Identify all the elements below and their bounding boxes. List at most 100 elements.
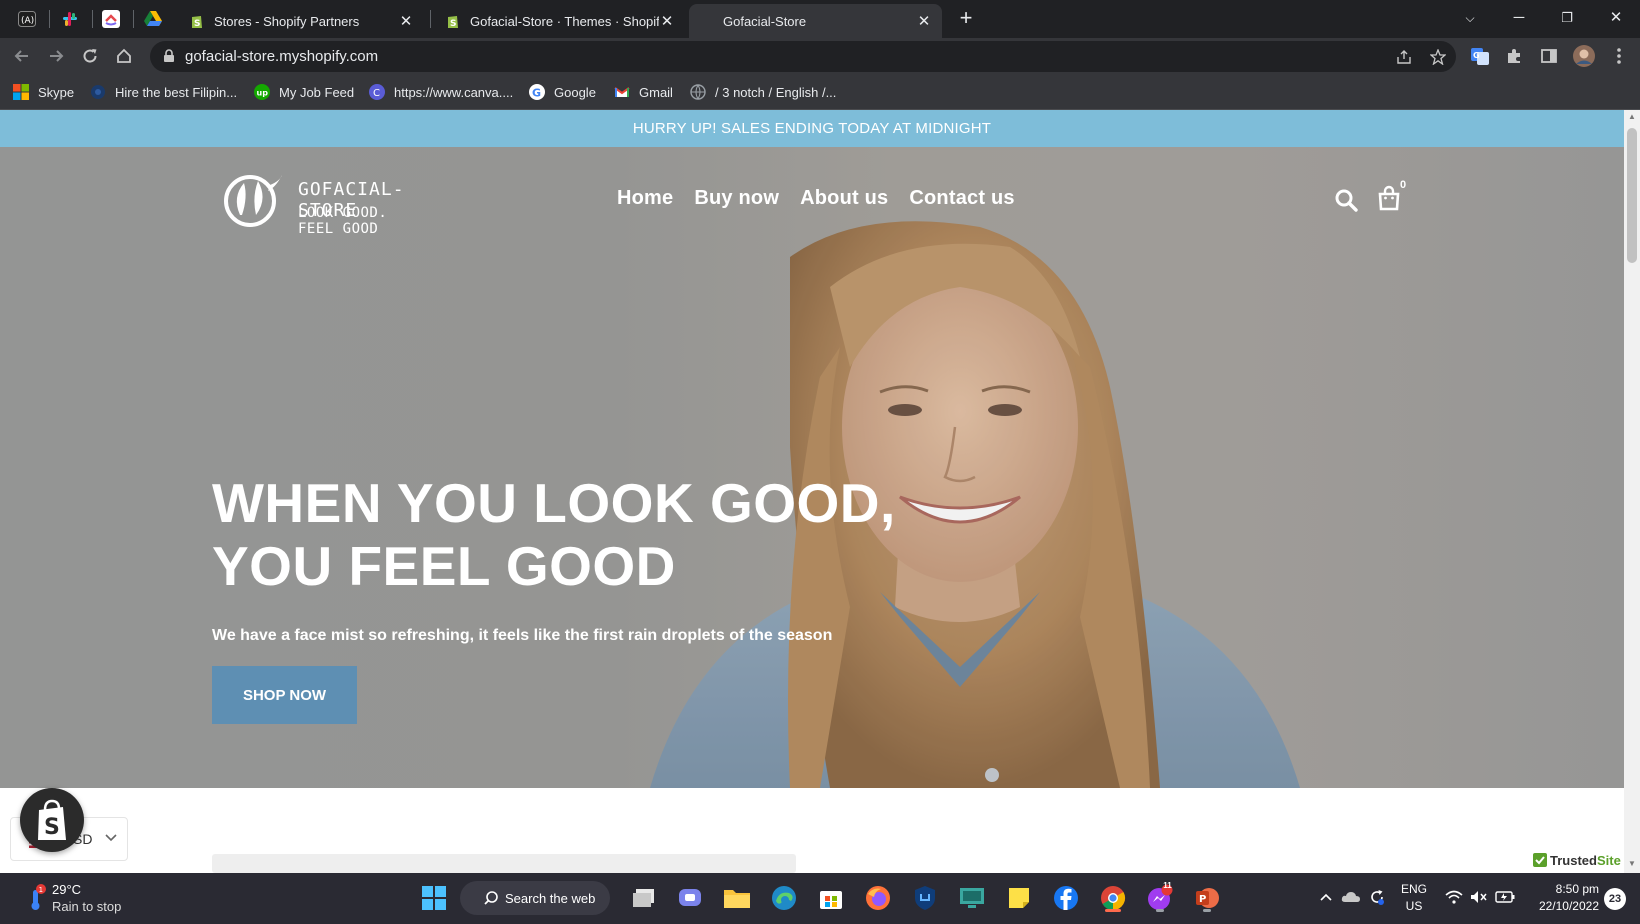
tab-title: Stores - Shopify Partners <box>214 13 360 29</box>
address-bar[interactable]: gofacial-store.myshopify.com <box>150 41 1456 72</box>
lock-icon[interactable] <box>162 49 176 63</box>
cart-bag-icon[interactable] <box>1376 185 1402 211</box>
powerpoint-icon[interactable]: P <box>1192 883 1222 913</box>
tab-shopify-themes[interactable]: S Gofacial-Store · Themes · Shopify ✕ <box>435 4 685 38</box>
announcement-bar[interactable]: HURRY UP! SALES ENDING TODAY AT MIDNIGHT <box>0 110 1624 147</box>
hero-title: WHEN YOU LOOK GOOD, YOU FEEL GOOD <box>212 472 896 598</box>
input-language[interactable]: ENG US <box>1401 881 1427 915</box>
wifi-icon[interactable] <box>1444 887 1464 907</box>
app-icon[interactable]: (A) <box>15 7 39 31</box>
hero-subtitle: We have a face mist so refreshing, it fe… <box>212 627 833 644</box>
messenger-badge-count: 11 <box>1163 881 1172 890</box>
close-tab-icon[interactable]: ✕ <box>916 12 932 30</box>
battery-icon[interactable] <box>1495 887 1515 907</box>
cart-count-badge: 0 <box>1400 179 1407 191</box>
microsoft-store-icon[interactable] <box>816 883 846 913</box>
svg-text:S: S <box>194 19 200 29</box>
restore-button[interactable]: ❐ <box>1553 5 1581 31</box>
bookmark-canva[interactable]: C https://www.canva.... <box>369 82 513 102</box>
messenger-icon[interactable]: 11 <box>1145 881 1175 913</box>
next-section-preview <box>212 854 796 873</box>
clickup-icon[interactable] <box>99 7 123 31</box>
google-icon: G <box>529 84 545 100</box>
shop-now-button[interactable]: SHOP NOW <box>212 666 357 724</box>
show-hidden-icons-chevron-icon[interactable] <box>1316 887 1336 907</box>
system-clock[interactable]: 8:50 pm 22/10/2022 <box>1525 881 1599 915</box>
task-view-icon[interactable] <box>629 883 659 913</box>
url-text[interactable]: gofacial-store.myshopify.com <box>185 48 378 65</box>
sticky-notes-icon[interactable] <box>1004 883 1034 913</box>
check-badge-icon <box>1533 853 1547 867</box>
globe-icon <box>690 84 706 100</box>
scrollbar-thumb[interactable] <box>1627 128 1637 263</box>
windows-taskbar: 1 29°C Rain to stop Search the web 11 P … <box>0 873 1640 924</box>
tab-search-chevron-icon[interactable]: ⌵ <box>1456 5 1484 31</box>
nav-about-us[interactable]: About us <box>800 187 888 210</box>
close-tab-icon[interactable]: ✕ <box>659 12 675 30</box>
extensions-puzzle-icon[interactable] <box>1502 44 1526 68</box>
nav-home[interactable]: Home <box>617 187 673 210</box>
close-tab-icon[interactable]: ✕ <box>398 12 414 30</box>
main-navigation: Home Buy now About us Contact us <box>617 187 1015 210</box>
sync-icon[interactable] <box>1367 887 1387 907</box>
shopify-chat-button[interactable]: S <box>20 788 84 852</box>
bookmark-label: My Job Feed <box>279 84 355 100</box>
facebook-icon[interactable] <box>1051 883 1081 913</box>
bookmark-label: Google <box>554 84 596 100</box>
chrome-icon[interactable] <box>1098 883 1128 913</box>
scroll-down-arrow-icon[interactable]: ▼ <box>1628 860 1636 868</box>
volume-muted-icon[interactable] <box>1469 887 1489 907</box>
teams-chat-icon[interactable] <box>675 883 705 913</box>
trusted-site-badge[interactable]: Trusted Site <box>1530 850 1624 870</box>
google-drive-icon[interactable] <box>141 7 165 31</box>
clock-date: 22/10/2022 <box>1538 899 1599 913</box>
side-panel-icon[interactable] <box>1537 44 1561 68</box>
language-code: ENG <box>1401 882 1428 896</box>
bookmark-job-feed[interactable]: up My Job Feed <box>254 82 354 102</box>
share-icon[interactable] <box>1394 47 1414 67</box>
slack-icon[interactable] <box>58 7 82 31</box>
weather-widget[interactable]: 1 29°C Rain to stop <box>24 880 144 916</box>
reload-icon[interactable] <box>78 44 102 68</box>
edge-browser-icon[interactable] <box>769 883 799 913</box>
search-icon[interactable] <box>1333 187 1359 213</box>
svg-text:C: C <box>373 88 380 99</box>
windows-start-icon[interactable] <box>419 883 449 913</box>
screen-capture-icon[interactable] <box>957 883 987 913</box>
nav-buy-now[interactable]: Buy now <box>694 187 779 210</box>
bookmark-hire-filipino[interactable]: Hire the best Filipin... <box>90 82 237 102</box>
bookmark-3-notch[interactable]: / 3 notch / English /... <box>690 82 836 102</box>
page-scrollbar[interactable]: ▲ ▼ <box>1624 110 1640 873</box>
forward-icon[interactable] <box>44 44 68 68</box>
bookmark-skype[interactable]: Skype <box>13 82 74 102</box>
trusted-label: Trusted <box>1550 852 1597 868</box>
bookmark-google[interactable]: G Google <box>529 82 596 102</box>
vpn-shield-icon[interactable] <box>910 883 940 913</box>
bookmark-gmail[interactable]: Gmail <box>614 82 673 102</box>
tab-gofacial-store[interactable]: Gofacial-Store ✕ <box>689 4 942 38</box>
notification-center-badge[interactable]: 23 <box>1604 888 1626 910</box>
shopify-favicon-icon: S <box>448 16 458 29</box>
minimize-button[interactable]: ─ <box>1505 5 1533 31</box>
onedrive-cloud-icon[interactable] <box>1341 887 1361 907</box>
store-logo[interactable]: GOFACIAL-STORE LOOK GOOD. FEEL GOOD <box>218 171 428 237</box>
chrome-menu-icon[interactable] <box>1607 44 1631 68</box>
upwork-icon: up <box>254 84 270 100</box>
tab-shopify-partners[interactable]: S Stores - Shopify Partners ✕ <box>179 4 424 38</box>
browser-tab-strip: (A) S Stores - Shopify Partners ✕ S Gofa… <box>0 0 1640 38</box>
home-icon[interactable] <box>112 44 136 68</box>
svg-text:G: G <box>1473 51 1480 60</box>
scroll-up-arrow-icon[interactable]: ▲ <box>1628 113 1636 121</box>
bookmark-star-icon[interactable] <box>1428 47 1448 67</box>
back-icon[interactable] <box>10 44 34 68</box>
new-tab-button[interactable]: + <box>954 6 978 30</box>
close-window-button[interactable]: ✕ <box>1602 5 1630 31</box>
bookmark-label: Skype <box>38 84 75 100</box>
taskbar-search[interactable]: Search the web <box>460 881 610 915</box>
nav-contact-us[interactable]: Contact us <box>909 187 1014 210</box>
page-viewport: HURRY UP! SALES ENDING TODAY AT MIDNIGHT <box>0 110 1624 873</box>
google-translate-icon[interactable]: G <box>1468 44 1492 68</box>
profile-avatar[interactable] <box>1572 44 1596 68</box>
firefox-icon[interactable] <box>863 883 893 913</box>
file-explorer-icon[interactable] <box>722 883 752 913</box>
